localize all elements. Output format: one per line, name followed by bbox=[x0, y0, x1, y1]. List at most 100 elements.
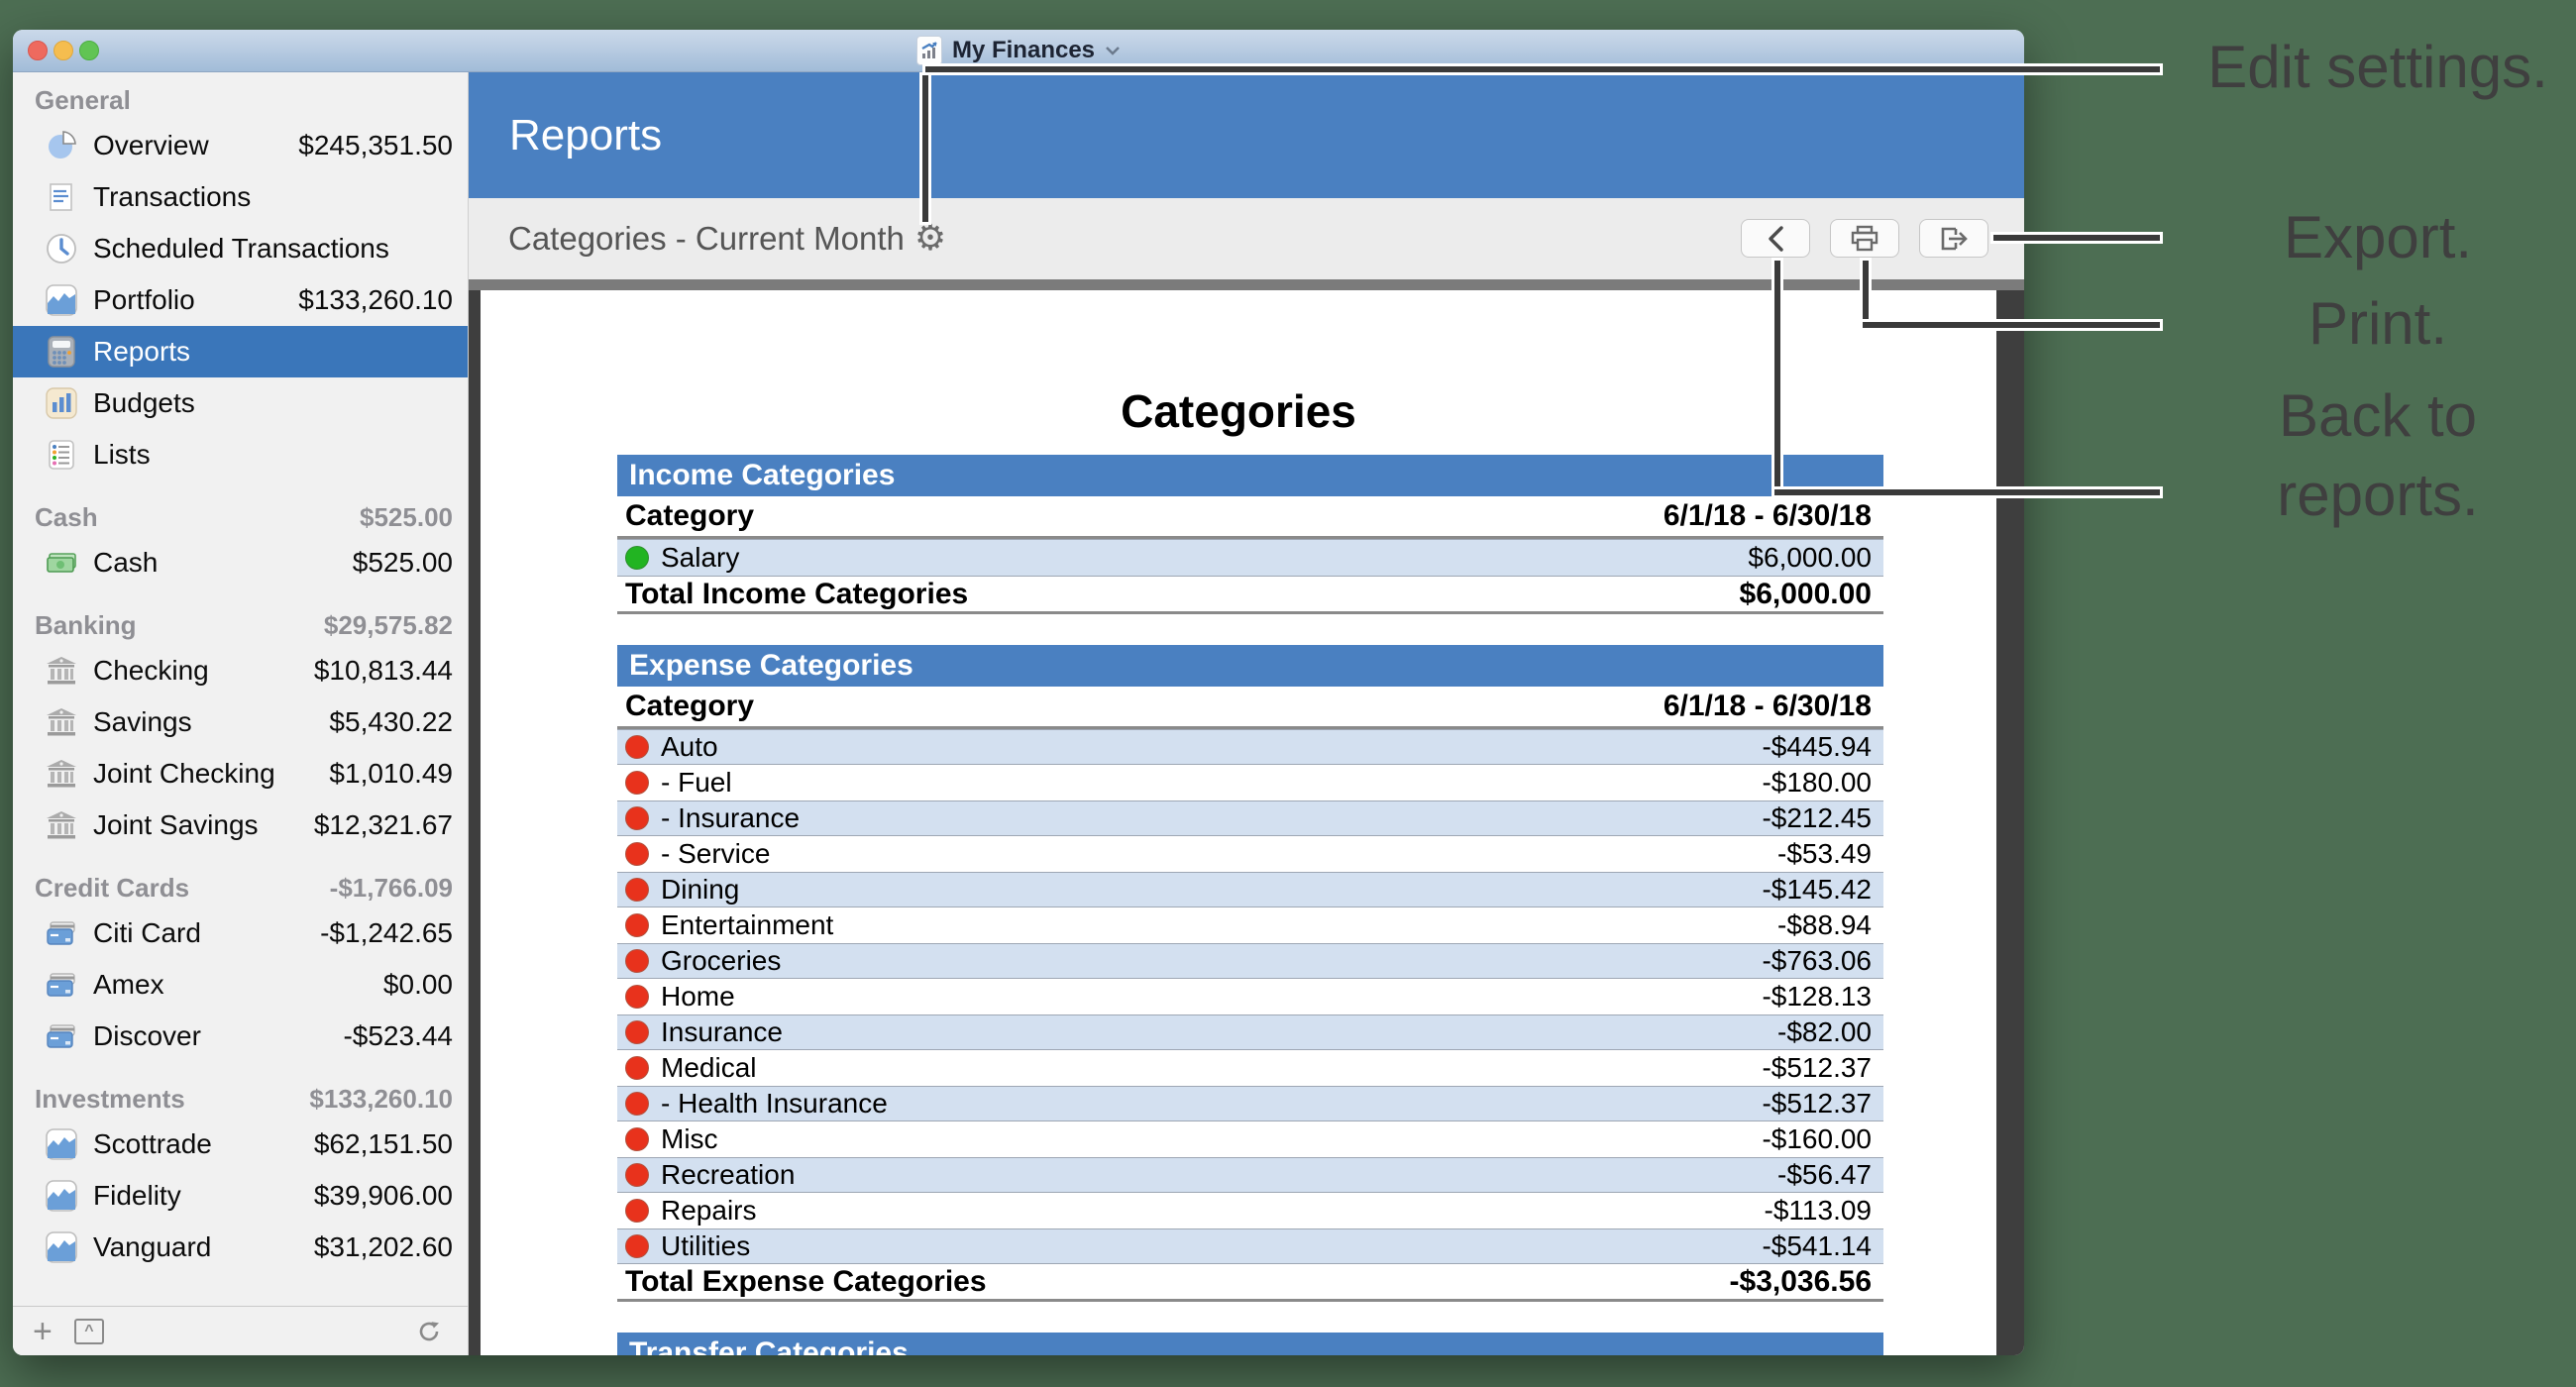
sidebar-item-discover[interactable]: Discover -$523.44 bbox=[13, 1011, 468, 1062]
gear-icon[interactable]: ⚙ bbox=[914, 221, 946, 257]
item-value: $1,010.49 bbox=[329, 758, 453, 789]
sidebar-item-overview[interactable]: Overview $245,351.50 bbox=[13, 120, 468, 171]
item-label: Citi Card bbox=[93, 917, 201, 948]
item-value: $133,260.10 bbox=[298, 284, 453, 315]
table-row: - Insurance -$212.45 bbox=[617, 800, 1883, 836]
red-category-dot-icon bbox=[625, 1127, 649, 1151]
table-row: Medical -$512.37 bbox=[617, 1050, 1883, 1086]
print-callout-line-h bbox=[1863, 322, 2160, 328]
transfer-table: Transfer Categories bbox=[617, 1333, 1883, 1355]
item-label: Scottrade bbox=[93, 1128, 212, 1159]
list-icon bbox=[45, 438, 78, 472]
export-button[interactable] bbox=[1919, 219, 1988, 258]
page-title: Reports bbox=[509, 110, 663, 160]
expense-table-header: Expense Categories bbox=[617, 645, 1883, 687]
sidebar: General Overview $245,351.50 Transactions Sc… bbox=[13, 72, 469, 1355]
red-category-dot-icon bbox=[625, 878, 649, 902]
green-category-dot-icon bbox=[625, 546, 649, 570]
table-row: - Service -$53.49 bbox=[617, 836, 1883, 872]
item-value: $31,202.60 bbox=[313, 1231, 453, 1262]
income-table: Income Categories Category 6/1/18 - 6/30… bbox=[617, 455, 1883, 614]
close-button[interactable] bbox=[28, 41, 48, 60]
zoom-button[interactable] bbox=[79, 41, 99, 60]
sidebar-item-amex[interactable]: Amex $0.00 bbox=[13, 959, 468, 1011]
sidebar-item-scheduled-transactions[interactable]: Scheduled Transactions bbox=[13, 223, 468, 274]
bar-chart-icon bbox=[45, 386, 78, 420]
item-value: $39,906.00 bbox=[313, 1180, 453, 1211]
category-name: Home bbox=[661, 981, 735, 1012]
bank-icon bbox=[45, 705, 78, 739]
refresh-button[interactable] bbox=[416, 1319, 442, 1344]
credit-card-icon bbox=[45, 1019, 78, 1053]
expense-column-row: Category 6/1/18 - 6/30/18 bbox=[617, 687, 1883, 729]
column-label: Category bbox=[625, 499, 755, 532]
category-name: Utilities bbox=[661, 1230, 751, 1261]
sidebar-item-vanguard[interactable]: Vanguard $31,202.60 bbox=[13, 1222, 468, 1273]
category-name: Salary bbox=[661, 542, 740, 573]
window-title[interactable]: My Finances bbox=[952, 37, 1095, 64]
red-category-dot-icon bbox=[625, 985, 649, 1009]
sidebar-item-portfolio[interactable]: Portfolio $133,260.10 bbox=[13, 274, 468, 326]
sidebar-section-header-credit-cards: Credit Cards -$1,766.09 bbox=[13, 868, 468, 907]
red-category-dot-icon bbox=[625, 1020, 649, 1044]
report-name: Categories - Current Month bbox=[508, 220, 905, 257]
export-icon bbox=[1941, 227, 1968, 250]
report-toolbar: Categories - Current Month ⚙ bbox=[469, 198, 2024, 279]
category-amount: -$128.13 bbox=[1762, 981, 1872, 1012]
sidebar-item-scottrade[interactable]: Scottrade $62,151.50 bbox=[13, 1119, 468, 1170]
item-label: Savings bbox=[93, 706, 192, 737]
back-button[interactable] bbox=[1741, 219, 1810, 258]
export-callout-line bbox=[1993, 235, 2160, 241]
reports-header: Reports bbox=[469, 72, 2024, 198]
expense-total-row: Total Expense Categories -$3,036.56 bbox=[617, 1264, 1883, 1302]
area-chart-icon bbox=[45, 283, 78, 317]
category-name: Repairs bbox=[661, 1195, 757, 1226]
sidebar-item-budgets[interactable]: Budgets bbox=[13, 377, 468, 429]
period-label: 6/1/18 - 6/30/18 bbox=[1663, 690, 1872, 722]
sidebar-item-fidelity[interactable]: Fidelity $39,906.00 bbox=[13, 1170, 468, 1222]
pie-chart-icon bbox=[45, 129, 78, 162]
category-amount: -$512.37 bbox=[1762, 1052, 1872, 1083]
sidebar-item-joint-savings[interactable]: Joint Savings $12,321.67 bbox=[13, 800, 468, 851]
sidebar-item-citi-card[interactable]: Citi Card -$1,242.65 bbox=[13, 907, 468, 959]
red-category-dot-icon bbox=[625, 1163, 649, 1187]
bank-icon bbox=[45, 654, 78, 688]
minimize-button[interactable] bbox=[54, 41, 73, 60]
item-label: Fidelity bbox=[93, 1180, 181, 1211]
table-row: - Fuel -$180.00 bbox=[617, 765, 1883, 800]
add-account-button[interactable]: + bbox=[33, 1315, 53, 1348]
category-name: Dining bbox=[661, 874, 740, 905]
chevron-left-icon bbox=[1769, 225, 1783, 252]
item-label: Checking bbox=[93, 655, 209, 686]
back-callout-line-h bbox=[1774, 489, 2160, 495]
category-amount: -$53.49 bbox=[1777, 838, 1872, 869]
item-label: Cash bbox=[93, 547, 159, 578]
sidebar-item-joint-checking[interactable]: Joint Checking $1,010.49 bbox=[13, 748, 468, 800]
sidebar-section-header-banking: Banking $29,575.82 bbox=[13, 605, 468, 645]
collapse-panel-button[interactable]: ^ bbox=[73, 1319, 104, 1344]
category-name: - Service bbox=[661, 838, 771, 869]
section-label: Credit Cards bbox=[35, 872, 190, 903]
area-chart-icon bbox=[45, 1127, 78, 1161]
sidebar-item-reports[interactable]: Reports bbox=[13, 326, 468, 377]
receipt-icon bbox=[45, 180, 78, 214]
sidebar-item-cash[interactable]: Cash $525.00 bbox=[13, 537, 468, 588]
red-category-dot-icon bbox=[625, 771, 649, 795]
item-label: Joint Checking bbox=[93, 758, 275, 789]
category-name: - Fuel bbox=[661, 767, 732, 798]
table-row: Insurance -$82.00 bbox=[617, 1014, 1883, 1050]
sidebar-list: General Overview $245,351.50 Transactions Sc… bbox=[13, 72, 468, 1307]
table-row: Dining -$145.42 bbox=[617, 872, 1883, 907]
category-amount: -$82.00 bbox=[1777, 1016, 1872, 1047]
income-table-header: Income Categories bbox=[617, 455, 1883, 496]
section-total: $133,260.10 bbox=[309, 1083, 453, 1114]
sidebar-item-checking[interactable]: Checking $10,813.44 bbox=[13, 645, 468, 696]
sidebar-item-transactions[interactable]: Transactions bbox=[13, 171, 468, 223]
item-value: -$523.44 bbox=[343, 1020, 453, 1051]
item-label: Budgets bbox=[93, 387, 195, 418]
sidebar-item-savings[interactable]: Savings $5,430.22 bbox=[13, 696, 468, 748]
item-label: Discover bbox=[93, 1020, 201, 1051]
sidebar-item-lists[interactable]: Lists bbox=[13, 429, 468, 480]
section-label: Cash bbox=[35, 501, 98, 532]
print-button[interactable] bbox=[1830, 219, 1899, 258]
